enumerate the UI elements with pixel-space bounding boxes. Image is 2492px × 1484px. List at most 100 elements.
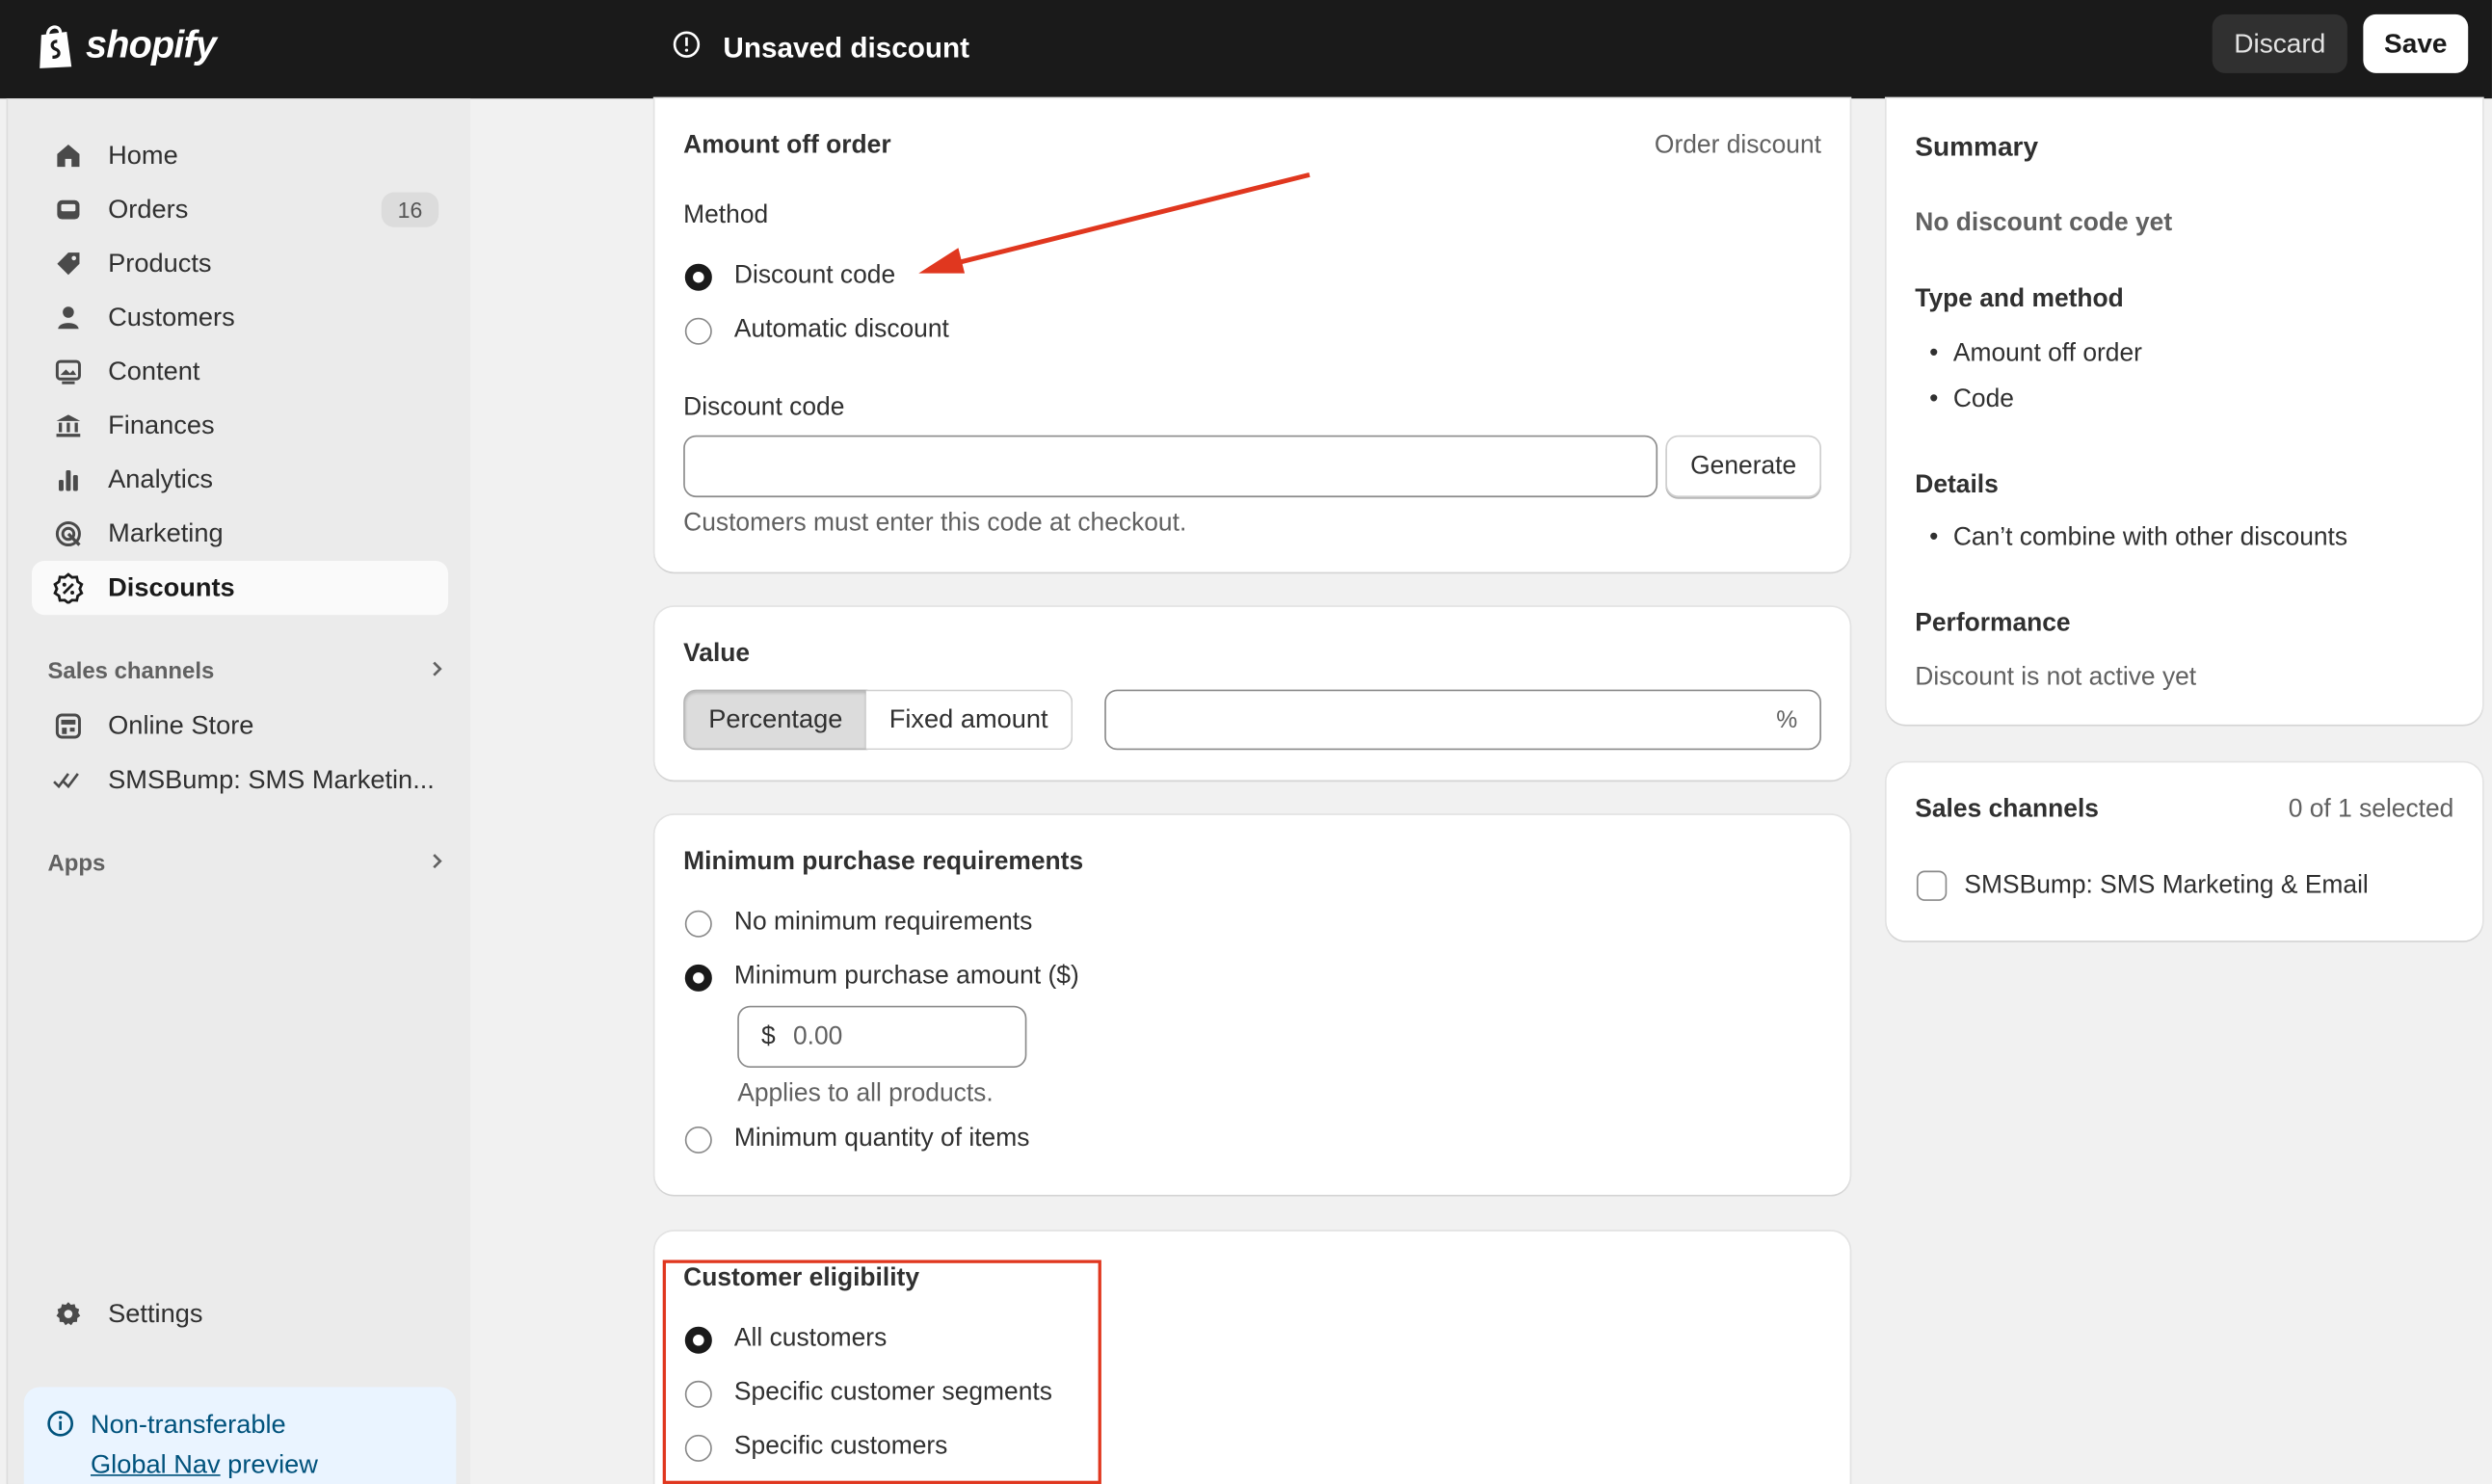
sidebar-item-label: Products — [108, 249, 212, 278]
sidebar-item-settings[interactable]: Settings — [32, 1287, 448, 1341]
save-button[interactable]: Save — [2363, 13, 2469, 73]
sidebar-item-home[interactable]: Home — [32, 129, 448, 183]
logo-text: shopify — [86, 23, 217, 67]
minimum-amount-option-label[interactable]: Minimum purchase amount ($) — [734, 963, 1079, 992]
type-item: Amount off order — [1929, 340, 2142, 369]
shopify-logo[interactable]: shopify — [35, 19, 217, 73]
info-icon — [46, 1409, 75, 1445]
smsbump-channel-checkbox[interactable] — [1916, 870, 1948, 901]
preview-line-2: preview — [220, 1450, 318, 1480]
gear-icon — [51, 1296, 86, 1331]
orders-icon — [51, 193, 86, 227]
sidebar-item-analytics[interactable]: Analytics — [32, 453, 448, 507]
sidebar-item-label: Marketing — [108, 518, 224, 548]
discount-icon — [51, 570, 86, 605]
sales-channels-heading[interactable]: Sales channels — [47, 653, 444, 692]
alert-circle-icon — [673, 30, 702, 66]
value-card: Value Percentage Fixed amount % — [654, 606, 1850, 781]
global-nav-link[interactable]: Global Nav — [91, 1450, 221, 1479]
top-bar: shopify Unsaved discount Discard Save — [0, 0, 2492, 99]
minimum-amount-radio[interactable] — [684, 964, 712, 992]
sales-channels-label: Sales channels — [47, 659, 215, 685]
global-nav-preview-banner: Non-transferable Global Nav preview — [23, 1387, 457, 1484]
store-icon — [51, 708, 86, 743]
no-minimum-radio[interactable] — [684, 910, 712, 938]
discount-code-help: Customers must enter this code at checko… — [683, 510, 1187, 538]
chevron-right-icon — [429, 659, 444, 684]
smsbump-channel-label[interactable]: SMSBump: SMS Marketing & Email — [1964, 872, 2368, 901]
method-label: Method — [683, 201, 769, 229]
discount-type-label: Order discount — [1654, 131, 1821, 159]
minimum-quantity-option-label[interactable]: Minimum quantity of items — [734, 1125, 1029, 1153]
percentage-segment[interactable]: Percentage — [683, 689, 868, 751]
performance-text: Discount is not active yet — [1915, 664, 2197, 692]
bank-icon — [51, 409, 86, 443]
apps-label: Apps — [47, 851, 106, 878]
unsaved-status: Unsaved discount — [673, 25, 969, 69]
no-minimum-option-label[interactable]: No minimum requirements — [734, 909, 1032, 938]
sidebar-item-label: Customers — [108, 303, 235, 331]
fixed-amount-segment[interactable]: Fixed amount — [865, 689, 1074, 751]
sidebar-item-label: Home — [108, 140, 178, 170]
smsbump-icon — [51, 762, 86, 797]
card-title: Amount off order — [683, 131, 891, 159]
details-item: Can’t combine with other discounts — [1929, 524, 2347, 553]
dollar-prefix: $ — [760, 1022, 776, 1050]
sidebar-item-customers[interactable]: Customers — [32, 291, 448, 345]
card-title: Value — [683, 640, 751, 668]
code-status: No discount code yet — [1915, 209, 2173, 237]
minimum-amount-help: Applies to all products. — [737, 1080, 994, 1108]
sidebar-item-label: Online Store — [108, 710, 254, 740]
sidebar-item-products[interactable]: Products — [32, 237, 448, 291]
details-heading: Details — [1915, 471, 1999, 499]
sidebar-item-label: SMSBump: SMS Marketin... — [108, 764, 435, 794]
sidebar-item-label: Settings — [108, 1298, 203, 1328]
discount-code-input[interactable] — [683, 435, 1658, 498]
minimum-requirements-card: Minimum purchase requirements No minimum… — [654, 814, 1850, 1195]
sidebar-item-smsbump[interactable]: SMSBump: SMS Marketin... — [32, 754, 448, 808]
summary-card: Summary No discount code yet Type and me… — [1886, 98, 2483, 725]
sidebar-item-label: Content — [108, 357, 200, 385]
generate-button[interactable]: Generate — [1665, 435, 1821, 498]
value-input[interactable]: % — [1104, 689, 1821, 751]
chevron-right-icon — [429, 852, 444, 877]
preview-line-1: Non-transferable — [91, 1411, 286, 1440]
automatic-discount-radio[interactable] — [684, 317, 712, 345]
minimum-quantity-radio[interactable] — [684, 1126, 712, 1154]
discount-code-radio[interactable] — [684, 263, 712, 291]
discount-code-field-label: Discount code — [683, 393, 845, 421]
sidebar-item-discounts[interactable]: Discounts — [31, 561, 449, 616]
amount-placeholder: 0.00 — [792, 1022, 843, 1050]
selected-count: 0 of 1 selected — [2288, 796, 2454, 824]
home-icon — [51, 138, 86, 172]
sidebar-item-online-store[interactable]: Online Store — [32, 699, 448, 753]
shopify-bag-icon — [35, 22, 76, 69]
sales-channels-card: Sales channels 0 of 1 selected SMSBump: … — [1886, 762, 2483, 941]
discount-code-option-label[interactable]: Discount code — [734, 262, 895, 291]
sidebar-item-finances[interactable]: Finances — [32, 399, 448, 453]
content-icon — [51, 355, 86, 389]
orders-count-badge: 16 — [381, 192, 439, 227]
tag-icon — [51, 247, 86, 281]
highlight-box-annotation — [662, 1259, 1101, 1484]
target-icon — [51, 517, 86, 551]
sidebar-item-orders[interactable]: Orders 16 — [32, 183, 448, 237]
type-method-heading: Type and method — [1915, 285, 2124, 313]
apps-heading[interactable]: Apps — [47, 845, 444, 884]
sidebar-item-label: Discounts — [108, 572, 235, 602]
automatic-discount-option-label[interactable]: Automatic discount — [734, 316, 949, 345]
minimum-amount-input[interactable]: $ 0.00 — [737, 1005, 1027, 1068]
method-item: Code — [1929, 386, 2014, 415]
sidebar-item-label: Orders — [108, 194, 189, 224]
card-title: Minimum purchase requirements — [683, 848, 1084, 876]
summary-title: Summary — [1915, 131, 2039, 163]
sidebar: Home Orders 16 Products Customers Conten… — [6, 98, 471, 1484]
sidebar-item-label: Finances — [108, 411, 215, 439]
discard-button[interactable]: Discard — [2212, 13, 2347, 73]
percent-suffix: % — [1776, 706, 1798, 734]
bar-chart-icon — [51, 463, 86, 497]
person-icon — [51, 301, 86, 335]
sidebar-item-marketing[interactable]: Marketing — [32, 507, 448, 561]
sidebar-item-content[interactable]: Content — [32, 345, 448, 399]
sidebar-item-label: Analytics — [108, 464, 214, 493]
